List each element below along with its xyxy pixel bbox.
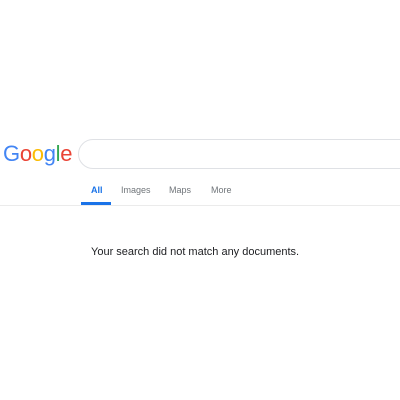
logo-letter: g [43,141,56,166]
tab-images[interactable]: Images [121,185,151,195]
logo-letter: G [3,141,20,166]
search-box[interactable] [78,139,400,169]
tab-all[interactable]: All [91,185,103,195]
tabs-divider [0,205,400,206]
search-results-page: Google All Images Maps More Your search … [0,0,400,400]
no-results-message: Your search did not match any documents. [91,246,300,258]
logo-letter: o [19,141,32,166]
logo-letter: o [31,141,44,166]
tab-more[interactable]: More [211,185,232,195]
logo-letter: e [60,141,73,166]
google-logo[interactable]: Google [3,141,72,167]
search-input[interactable] [93,141,397,169]
tab-maps[interactable]: Maps [169,185,191,195]
search-tabs: All Images Maps More [0,180,400,205]
